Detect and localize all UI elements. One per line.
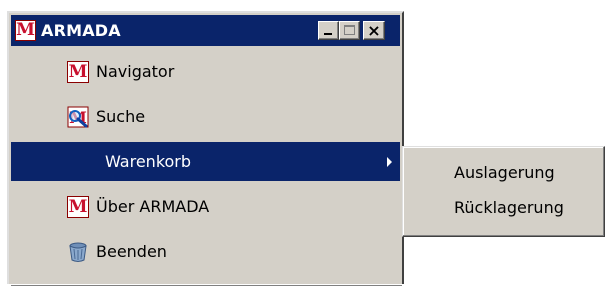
minimize-button[interactable] [318, 21, 339, 40]
menu-item-suche[interactable]: M Suche [11, 97, 400, 136]
armada-logo-icon[interactable]: M [15, 20, 36, 41]
menu-item-label: Beenden [96, 242, 167, 261]
close-button[interactable]: × [363, 21, 385, 40]
menu-item-label: Über ARMADA [96, 197, 210, 216]
maximize-icon [344, 25, 355, 35]
armada-window: M ARMADA × M Navigator M Suche Warenkorb [7, 11, 404, 286]
submenu-item-ruecklagerung[interactable]: Rücklagerung [406, 190, 602, 224]
warenkorb-submenu: Auslagerung Rücklagerung [402, 146, 605, 237]
title-bar[interactable]: M ARMADA × [11, 15, 400, 46]
menu-item-label: Warenkorb [105, 152, 192, 171]
menu-item-beenden[interactable]: Beenden [11, 232, 400, 271]
menu-item-label: Suche [96, 107, 146, 126]
window-title: ARMADA [41, 21, 121, 40]
search-icon: M [67, 106, 89, 128]
m-logo-icon: M [67, 61, 89, 83]
maximize-button[interactable] [339, 21, 360, 40]
m-logo-icon: M [67, 196, 89, 218]
trash-bin-icon [67, 241, 89, 263]
submenu-item-auslagerung[interactable]: Auslagerung [406, 155, 602, 189]
menu-item-ueber-armada[interactable]: M Über ARMADA [11, 187, 400, 226]
minimize-icon [324, 33, 332, 35]
menu-item-label: Navigator [96, 62, 175, 81]
submenu-arrow-icon [387, 157, 392, 167]
close-icon: × [367, 21, 381, 40]
menu-item-warenkorb[interactable]: Warenkorb [11, 142, 400, 181]
menu-item-navigator[interactable]: M Navigator [11, 52, 400, 91]
submenu-item-label: Rücklagerung [454, 198, 564, 217]
submenu-item-label: Auslagerung [454, 163, 555, 182]
